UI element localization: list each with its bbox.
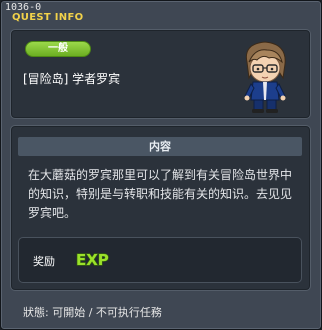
exp-icon-text: EXP	[76, 251, 109, 269]
quest-description: 在大蘑菇的罗宾那里可以了解到有关冒险岛世界中的知识，特别是与转职和技能有关的知识…	[28, 168, 293, 220]
quest-status: 狀態: 可開始 / 不可执行任務	[23, 306, 162, 319]
window-title: QUEST INFO	[12, 12, 84, 23]
quest-header-panel: 一般 [冒险岛] 学者罗宾	[10, 29, 311, 119]
quest-info-window: 1036-0 QUEST INFO 一般 [冒险岛] 学者罗宾 内容 在大蘑菇的…	[0, 0, 322, 330]
title-bar[interactable]: 1036-0 QUEST INFO	[2, 2, 320, 24]
quest-content-panel: 内容 在大蘑菇的罗宾那里可以了解到有关冒险岛世界中的知识，特别是与转职和技能有关…	[10, 125, 311, 291]
content-section-header: 内容	[18, 137, 302, 156]
reward-label: 奖励	[33, 255, 55, 268]
category-badge: 一般	[25, 41, 91, 57]
exp-icon: EXP	[75, 250, 109, 269]
reward-panel: 奖励 EXP	[18, 237, 302, 283]
npc-portrait-icon	[244, 41, 286, 113]
quest-name: [冒险岛] 学者罗宾	[23, 72, 121, 86]
